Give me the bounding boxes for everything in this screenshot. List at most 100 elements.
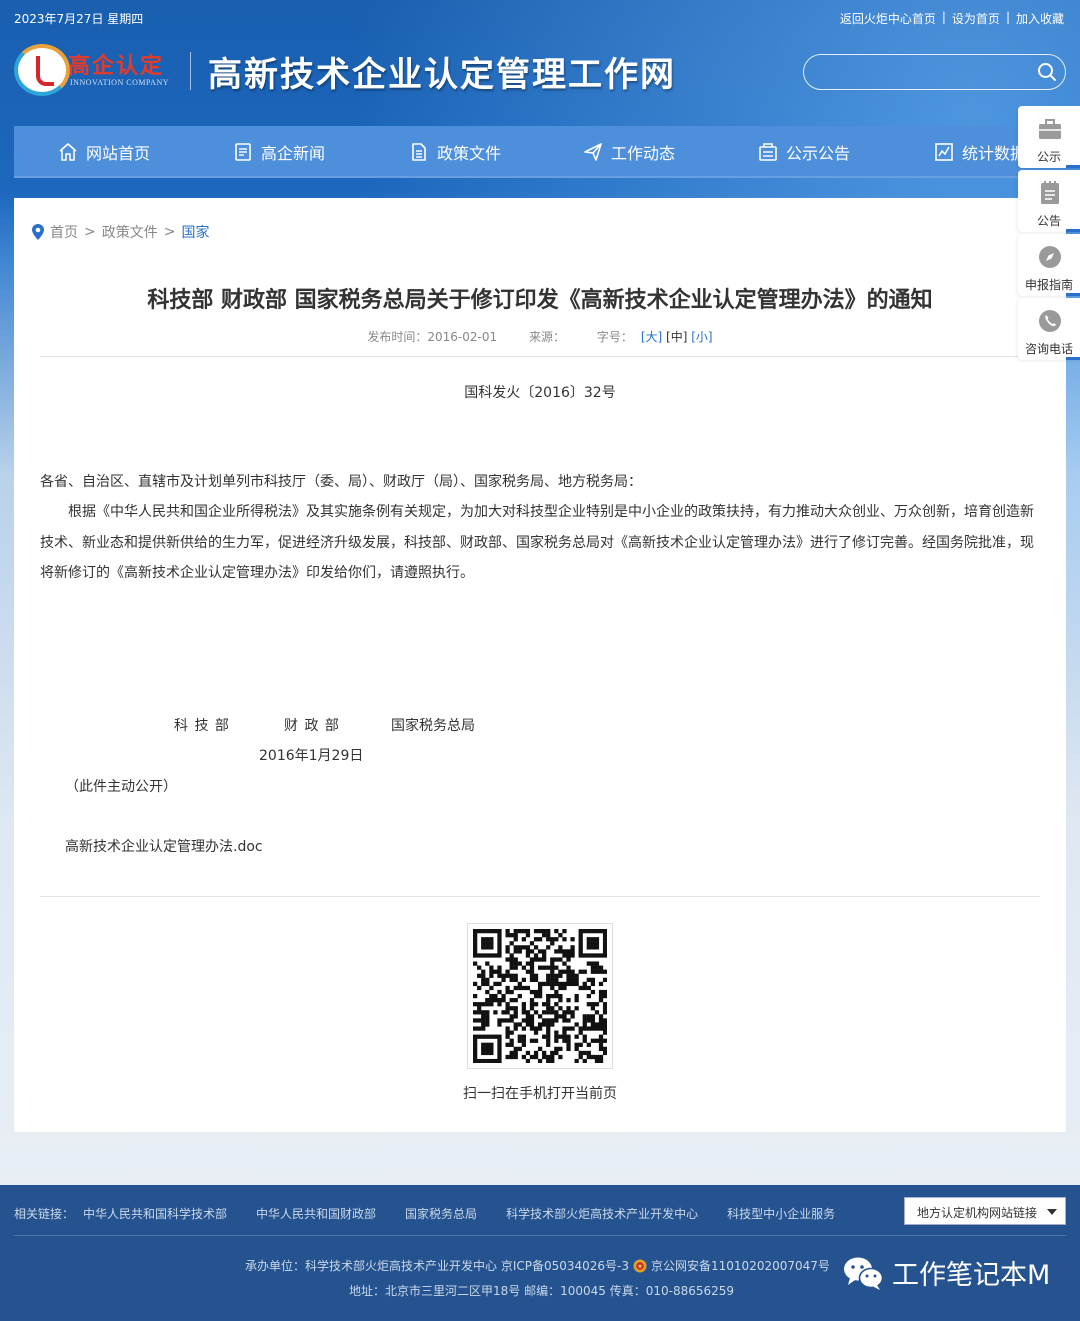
qr-module bbox=[513, 933, 518, 938]
breadcrumb-current[interactable]: 国家 bbox=[181, 222, 209, 242]
qr-module bbox=[578, 949, 583, 954]
footer-link-mof[interactable]: 中华人民共和国财政部 bbox=[256, 1205, 376, 1222]
link-torch-home[interactable]: 返回火炬中心首页 bbox=[840, 10, 936, 27]
qr-module bbox=[550, 941, 555, 946]
qr-module bbox=[578, 969, 583, 974]
attachment-link[interactable]: 高新技术企业认定管理办法.doc bbox=[65, 836, 263, 856]
qr-module bbox=[489, 1042, 494, 1047]
qr-module bbox=[489, 953, 494, 958]
sidebar-item-announcement[interactable]: 公告 bbox=[1018, 170, 1080, 232]
site-logo[interactable]: 高企认定 INNOVATION COMPANY bbox=[14, 42, 189, 98]
qr-module bbox=[481, 1042, 486, 1047]
nav-item-policy[interactable]: 政策文件 bbox=[409, 126, 501, 178]
qr-module bbox=[473, 981, 478, 987]
qr-module bbox=[497, 969, 502, 974]
footer-divider bbox=[14, 1235, 1066, 1236]
qr-module bbox=[533, 1010, 539, 1015]
qr-module bbox=[513, 929, 518, 934]
footer-link-torch[interactable]: 科学技术部火炬高技术产业开发中心 bbox=[506, 1205, 698, 1222]
nav-item-label: 公示公告 bbox=[786, 144, 851, 163]
qr-module bbox=[566, 1006, 571, 1011]
sidebar-label: 公告 bbox=[1036, 214, 1061, 228]
qr-module bbox=[521, 1002, 526, 1007]
search-icon[interactable] bbox=[1037, 62, 1057, 82]
sidebar-item-guide[interactable]: 申报指南 bbox=[1018, 234, 1080, 296]
qr-module bbox=[546, 965, 551, 970]
qr-module bbox=[537, 1026, 543, 1031]
link-add-favorite[interactable]: 加入收藏 bbox=[1016, 10, 1064, 27]
divider bbox=[40, 356, 1040, 357]
font-size-medium[interactable]: [中] bbox=[666, 330, 687, 344]
local-agency-select[interactable]: 地方认定机构网站链接 bbox=[904, 1197, 1066, 1225]
qr-module bbox=[505, 1018, 510, 1023]
qr-module bbox=[542, 1022, 547, 1027]
search-input[interactable] bbox=[818, 61, 1028, 85]
qr-module bbox=[497, 941, 502, 946]
qr-module bbox=[473, 1042, 478, 1047]
separator: | bbox=[1005, 10, 1010, 24]
qr-module bbox=[578, 1054, 583, 1060]
qr-module bbox=[546, 1038, 551, 1043]
qr-module bbox=[489, 985, 494, 991]
qr-module bbox=[590, 1026, 596, 1031]
qr-module bbox=[497, 1034, 502, 1039]
font-size-small[interactable]: [小] bbox=[691, 330, 712, 344]
breadcrumb-home[interactable]: 首页 bbox=[50, 222, 78, 242]
qr-module bbox=[598, 1054, 604, 1060]
sidebar-item-publicity[interactable]: 公示 bbox=[1018, 106, 1080, 168]
qr-module bbox=[477, 1026, 482, 1031]
nav-item-stats[interactable]: 统计数据 bbox=[934, 126, 1026, 178]
footer-link-sme[interactable]: 科技型中小企业服务 bbox=[727, 1205, 835, 1222]
font-size-large[interactable]: [大] bbox=[641, 330, 662, 344]
qr-module bbox=[570, 953, 575, 958]
nav-item-notice[interactable]: 公示公告 bbox=[758, 126, 850, 178]
qr-module bbox=[493, 929, 498, 934]
footer-link-most[interactable]: 中华人民共和国科学技术部 bbox=[83, 1205, 227, 1222]
qr-module bbox=[521, 1034, 526, 1039]
qr-module bbox=[598, 989, 604, 995]
qr-module bbox=[485, 1042, 490, 1047]
document-number: 国科发火〔2016〕32号 bbox=[464, 385, 616, 401]
qr-module bbox=[550, 1018, 555, 1023]
sidebar-item-hotline[interactable]: 咨询电话 bbox=[1018, 298, 1080, 360]
qr-module bbox=[582, 985, 587, 991]
qr-module bbox=[546, 1042, 551, 1047]
qr-module bbox=[497, 998, 502, 1003]
qr-module bbox=[521, 1010, 526, 1015]
qr-module bbox=[505, 929, 510, 934]
qr-module bbox=[566, 977, 571, 982]
qr-module bbox=[521, 1026, 526, 1031]
qr-module bbox=[594, 1058, 600, 1063]
qr-module bbox=[546, 1026, 551, 1031]
qr-module bbox=[598, 993, 604, 999]
breadcrumb-section[interactable]: 政策文件 bbox=[102, 222, 158, 242]
qr-module bbox=[481, 1022, 486, 1027]
qr-module bbox=[517, 1038, 522, 1043]
qr-module bbox=[513, 949, 518, 954]
qr-module bbox=[590, 1022, 596, 1027]
qr-module bbox=[473, 1010, 478, 1015]
footer-link-sat[interactable]: 国家税务总局 bbox=[405, 1205, 477, 1222]
qr-module bbox=[529, 957, 535, 962]
qr-module bbox=[537, 1058, 543, 1063]
link-set-homepage[interactable]: 设为首页 bbox=[952, 10, 1000, 27]
qr-module bbox=[602, 1006, 607, 1011]
qr-module bbox=[578, 937, 583, 942]
nav-item-work[interactable]: 工作动态 bbox=[583, 126, 675, 178]
qr-module bbox=[493, 953, 498, 958]
qr-module bbox=[505, 1006, 510, 1011]
qr-module bbox=[505, 1054, 510, 1060]
qr-module bbox=[546, 1006, 551, 1011]
qr-module bbox=[554, 1002, 559, 1007]
qr-module bbox=[542, 933, 547, 938]
public-security-record[interactable]: 京公网安备11010202007047号 bbox=[651, 1257, 830, 1274]
qr-module bbox=[521, 937, 526, 942]
send-icon bbox=[584, 143, 602, 161]
qr-module bbox=[533, 977, 539, 982]
qr-module bbox=[501, 1018, 506, 1023]
qr-module bbox=[533, 953, 539, 958]
nav-item-news[interactable]: 高企新闻 bbox=[233, 126, 325, 178]
related-links-label: 相关链接： bbox=[14, 1207, 75, 1221]
nav-item-home[interactable]: 网站首页 bbox=[58, 126, 150, 178]
signatory-most: 科 技 部 bbox=[174, 718, 230, 734]
